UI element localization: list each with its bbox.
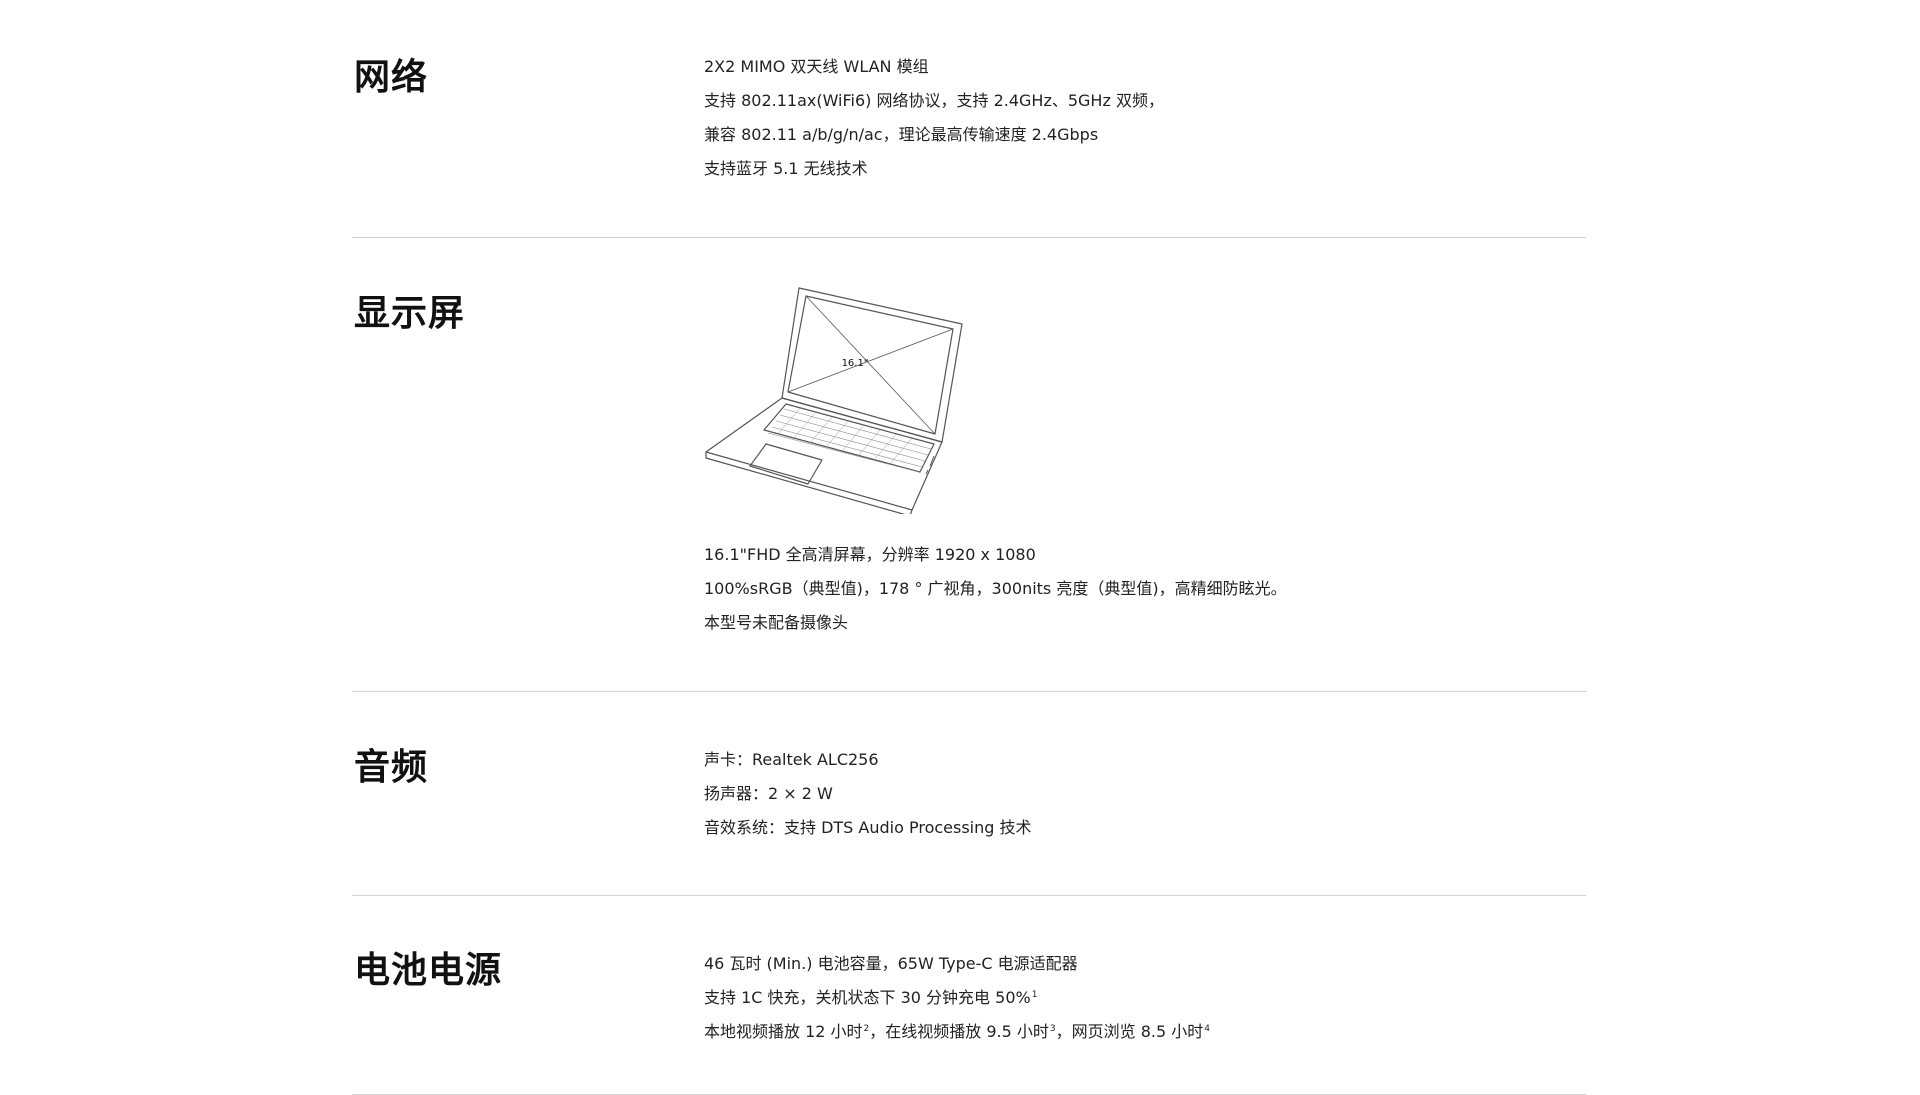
spec-line: 本地视频播放 12 小时2，在线视频播放 9.5 小时3，网页浏览 8.5 小时…: [704, 1015, 1210, 1049]
footnote-marker: 4: [1204, 1024, 1210, 1034]
spec-line: 音效系统：支持 DTS Audio Processing 技术: [704, 818, 1032, 837]
spec-list-audio: 声卡：Realtek ALC256 扬声器：2 × 2 W 音效系统：支持 DT…: [704, 743, 1032, 845]
section-divider: [352, 237, 1586, 238]
section-divider: [352, 691, 1586, 692]
spec-line: 46 瓦时 (Min.) 电池容量，65W Type-C 电源适配器: [704, 954, 1078, 973]
screen-size-label: 16.1": [842, 358, 869, 369]
spec-line: 支持蓝牙 5.1 无线技术: [704, 159, 868, 178]
spec-text: ，网页浏览 8.5 小时: [1055, 1022, 1204, 1041]
spec-list-battery: 46 瓦时 (Min.) 电池容量，65W Type-C 电源适配器 支持 1C…: [704, 947, 1210, 1049]
laptop-illustration: 16.1": [704, 284, 964, 514]
spec-line: 支持 802.11ax(WiFi6) 网络协议，支持 2.4GHz、5GHz 双…: [704, 91, 1164, 110]
spec-list-network: 2X2 MIMO 双天线 WLAN 模组 支持 802.11ax(WiFi6) …: [704, 50, 1164, 186]
section-title-display: 显示屏: [354, 293, 466, 334]
spec-line: 扬声器：2 × 2 W: [704, 784, 833, 803]
section-title-network: 网络: [354, 57, 429, 98]
spec-line: 本型号未配备摄像头: [704, 613, 849, 632]
spec-list-display: 16.1"FHD 全高清屏幕，分辨率 1920 x 1080 100%sRGB（…: [704, 538, 1287, 640]
section-divider: [352, 895, 1586, 896]
spec-line: 2X2 MIMO 双天线 WLAN 模组: [704, 57, 929, 76]
spec-line: 声卡：Realtek ALC256: [704, 750, 879, 769]
spec-line: 16.1"FHD 全高清屏幕，分辨率 1920 x 1080: [704, 545, 1036, 564]
footnote-marker: 1: [1031, 990, 1038, 1000]
spec-line: 兼容 802.11 a/b/g/n/ac，理论最高传输速度 2.4Gbps: [704, 125, 1099, 144]
section-title-battery: 电池电源: [354, 950, 503, 991]
spec-line: 100%sRGB（典型值)，178 ° 广视角，300nits 亮度（典型值)，…: [704, 579, 1287, 598]
spec-line: 支持 1C 快充，关机状态下 30 分钟充电 50%1: [704, 981, 1210, 1015]
laptop-icon: 16.1": [705, 287, 963, 514]
spec-text: 本地视频播放 12 小时: [704, 1022, 863, 1041]
spec-text: 支持 1C 快充，关机状态下 30 分钟充电 50%: [704, 988, 1031, 1007]
spec-text: ，在线视频播放 9.5 小时: [869, 1022, 1049, 1041]
section-title-audio: 音频: [354, 747, 429, 788]
